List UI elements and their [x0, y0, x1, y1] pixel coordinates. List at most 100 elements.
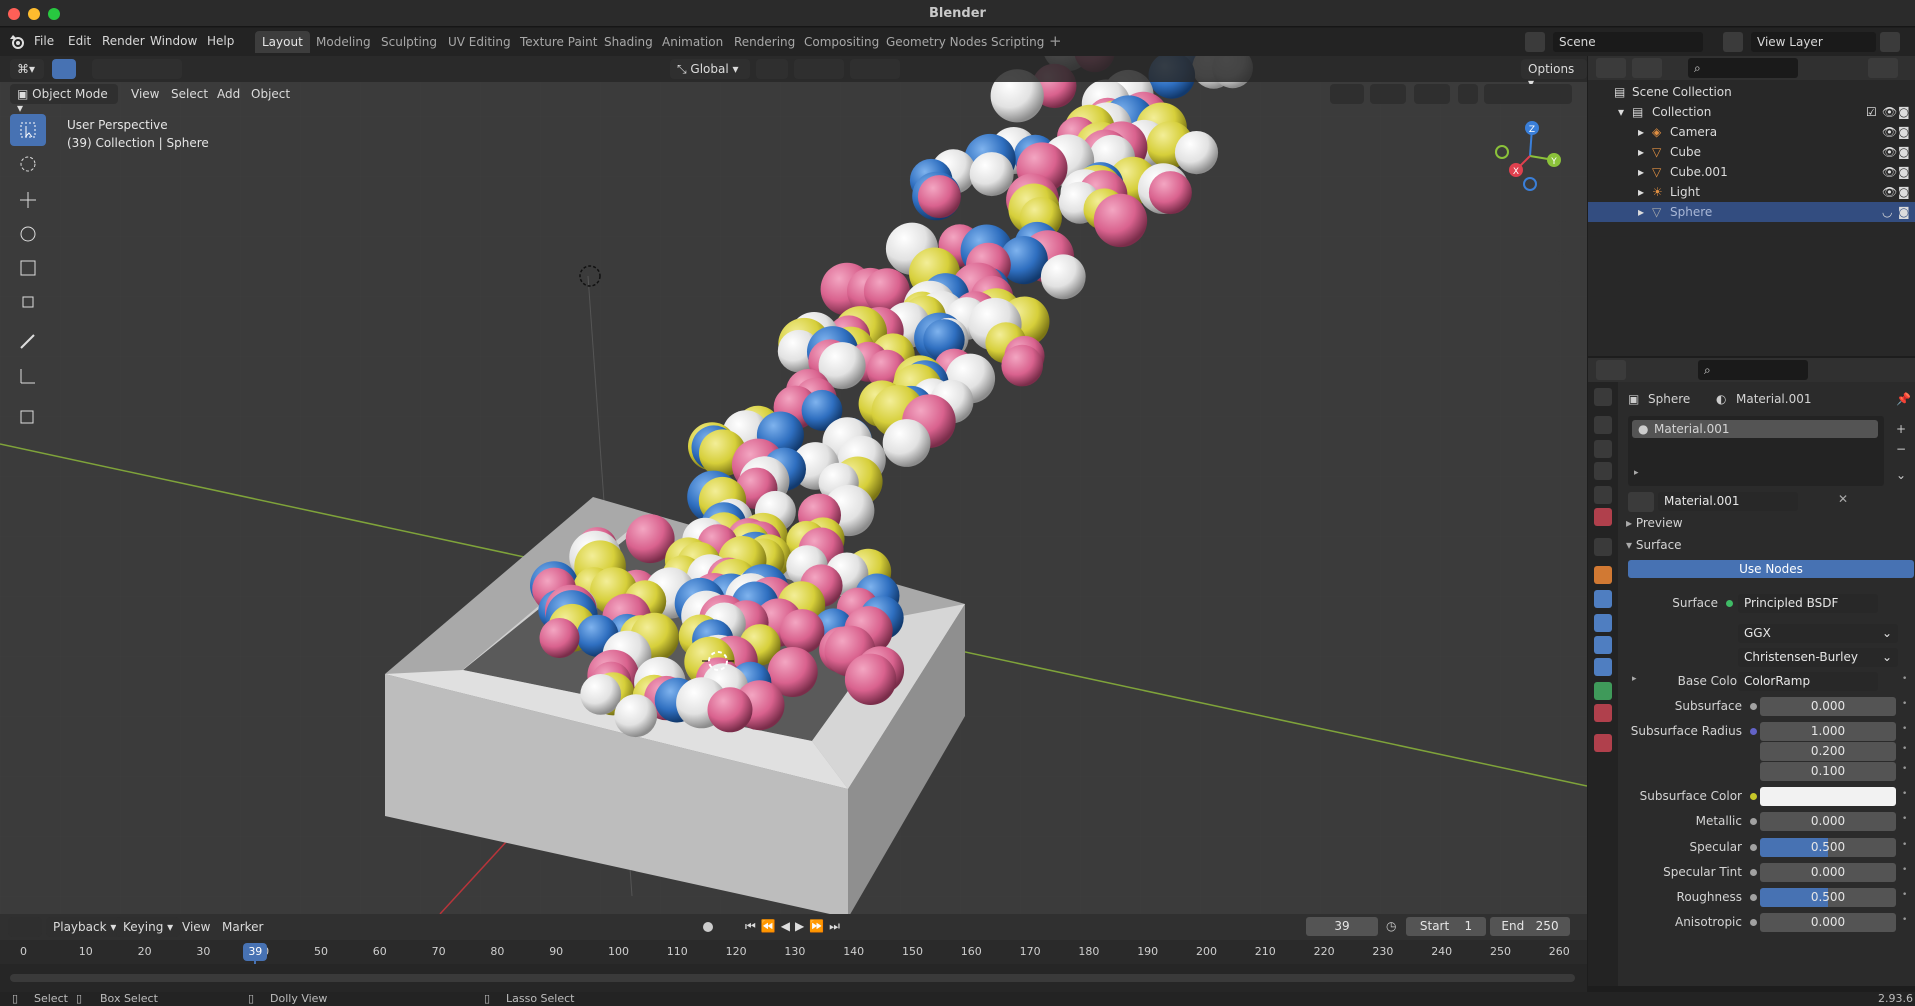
eye-icon[interactable]: 👁: [1882, 145, 1897, 159]
shader-input-value[interactable]: 0.500: [1760, 888, 1896, 907]
menu-render[interactable]: Render: [102, 34, 145, 48]
timeline-menu-marker[interactable]: Marker: [222, 920, 263, 934]
current-frame-field[interactable]: 39: [1306, 917, 1378, 936]
outliner-row-cube[interactable]: ▸ ▽ Cube 👁 ◙: [1588, 142, 1915, 162]
timeline-scrollbar[interactable]: [10, 974, 1575, 982]
add-slot-button[interactable]: +: [1896, 422, 1906, 436]
outliner-editor-type-icon[interactable]: [1596, 58, 1626, 78]
particles-tab-icon[interactable]: [1594, 614, 1612, 632]
checkbox-icon[interactable]: ☑: [1866, 105, 1877, 119]
tab-compositing[interactable]: Compositing: [797, 31, 886, 53]
proportional-edit-icon[interactable]: [850, 59, 900, 79]
tool-tab-icon[interactable]: [1594, 388, 1612, 406]
menu-window[interactable]: Window: [150, 34, 197, 48]
outliner-row-collection[interactable]: ▾ ▤ Collection ☑ 👁 ◙: [1588, 102, 1915, 122]
measure-tool[interactable]: [10, 360, 46, 392]
snap-icon[interactable]: [794, 59, 844, 79]
properties-editor-type-icon[interactable]: [1596, 360, 1626, 380]
end-frame-field[interactable]: End 250: [1490, 917, 1570, 936]
pan-hand-icon[interactable]: [1547, 224, 1575, 252]
tab-geometry-nodes[interactable]: Geometry Nodes: [879, 31, 994, 53]
visibility-icon[interactable]: [1330, 84, 1364, 104]
tab-texture-paint[interactable]: Texture Paint: [513, 31, 604, 53]
material-slot-item[interactable]: ● Material.001: [1632, 420, 1878, 438]
scene-name-field[interactable]: Scene: [1553, 32, 1703, 52]
transform-orientation-dropdown[interactable]: ⤡ Global ▾: [670, 59, 750, 79]
camera-render-icon[interactable]: ◙: [1898, 105, 1910, 119]
keyframe-dot-icon[interactable]: •: [1902, 915, 1907, 925]
view-layer-field[interactable]: View Layer: [1751, 32, 1876, 52]
gizmo-toggle-icon[interactable]: [1370, 84, 1406, 104]
display-mode-icon[interactable]: [1632, 58, 1662, 78]
modifier-tab-icon[interactable]: [1594, 590, 1612, 608]
subsurface-method-dropdown[interactable]: Christensen-Burley ⌄: [1738, 648, 1898, 667]
expand-toggle-icon[interactable]: ▸: [1638, 205, 1644, 219]
keying-menu[interactable]: Keying ▾: [116, 917, 181, 937]
expand-slot-icon[interactable]: ▸: [1634, 468, 1639, 478]
fake-user-icon[interactable]: [1802, 492, 1818, 512]
3d-viewport[interactable]: ⌘▾ ⤡ Global ▾ Options ▾ ▣ Object Mode ▾ …: [0, 56, 1587, 914]
cursor-tool[interactable]: [10, 148, 46, 180]
eye-icon[interactable]: 👁: [1882, 125, 1897, 139]
tab-uv-editing[interactable]: UV Editing: [441, 31, 518, 53]
unlink-icon[interactable]: ✕: [1838, 492, 1854, 512]
tab-sculpting[interactable]: Sculpting: [374, 31, 444, 53]
filter-icon[interactable]: [1868, 58, 1898, 78]
xray-toggle-icon[interactable]: [1458, 84, 1478, 104]
output-tab-icon[interactable]: [1594, 440, 1612, 458]
shader-socket-icon[interactable]: [1726, 600, 1733, 607]
preview-panel-header[interactable]: ▸ Preview: [1626, 516, 1683, 530]
distribution-dropdown[interactable]: GGX ⌄: [1738, 624, 1898, 643]
material-name-field[interactable]: Material.001: [1658, 492, 1798, 511]
tab-scripting[interactable]: Scripting: [984, 31, 1051, 53]
scene-tab-icon[interactable]: [1594, 486, 1612, 504]
input-socket-icon[interactable]: [1750, 869, 1757, 876]
tab-modeling[interactable]: Modeling: [309, 31, 378, 53]
material-tab-icon[interactable]: [1594, 704, 1612, 722]
camera-view-icon[interactable]: [1547, 254, 1575, 282]
input-socket-icon[interactable]: [1750, 793, 1757, 800]
tab-rendering[interactable]: Rendering: [727, 31, 802, 53]
expand-input-icon[interactable]: ▸: [1632, 674, 1637, 684]
clock-icon[interactable]: ◷: [1386, 919, 1396, 933]
tab-animation[interactable]: Animation: [655, 31, 730, 53]
add-workspace-button[interactable]: +: [1049, 32, 1062, 50]
view-layer-tab-icon[interactable]: [1594, 462, 1612, 480]
playback-controls[interactable]: ⏮⏪◀▶⏩⏭: [745, 919, 855, 935]
outliner-row-camera[interactable]: ▸ ◈ Camera 👁 ◙: [1588, 122, 1915, 142]
camera-render-icon[interactable]: ◙: [1898, 125, 1910, 139]
duplicate-material-icon[interactable]: [1820, 492, 1836, 512]
input-socket-icon[interactable]: [1750, 919, 1757, 926]
object-mode-dropdown[interactable]: ▣ Object Mode ▾: [10, 84, 118, 115]
record-icon[interactable]: [700, 919, 716, 935]
constraints-tab-icon[interactable]: [1594, 658, 1612, 676]
input-socket-icon[interactable]: [1750, 844, 1757, 851]
expand-toggle-icon[interactable]: ▸: [1638, 165, 1644, 179]
outliner-row-cube-001[interactable]: ▸ ▽ Cube.001 👁 ◙: [1588, 162, 1915, 182]
input-socket-icon[interactable]: [1750, 728, 1757, 735]
playhead-frame-indicator[interactable]: 39: [243, 943, 268, 961]
playback-menu[interactable]: Playback ▾: [46, 917, 124, 937]
timeline-body[interactable]: [0, 964, 1587, 992]
eye-icon[interactable]: 👁: [1882, 165, 1897, 179]
physics-tab-icon[interactable]: [1594, 636, 1612, 654]
keyframe-dot-icon[interactable]: •: [1902, 764, 1907, 774]
ortho-grid-icon[interactable]: [1547, 284, 1575, 312]
shader-input-value[interactable]: [1760, 787, 1896, 806]
object-tab-icon[interactable]: [1594, 566, 1612, 584]
keyframe-dot-icon[interactable]: •: [1902, 744, 1907, 754]
input-socket-icon[interactable]: [1750, 894, 1757, 901]
add-cube-tool[interactable]: [10, 400, 46, 432]
camera-render-icon[interactable]: ◙: [1898, 165, 1910, 179]
properties-search-input[interactable]: ⌕: [1698, 360, 1808, 380]
outliner-row-scene-collection[interactable]: ▤ Scene Collection: [1588, 82, 1915, 102]
keyframe-dot-icon[interactable]: •: [1902, 674, 1907, 684]
timeline-editor-type-icon[interactable]: [8, 917, 42, 937]
eye-icon[interactable]: 👁: [1882, 105, 1897, 119]
shader-input-value[interactable]: 0.000: [1760, 697, 1896, 716]
surface-shader-field[interactable]: Principled BSDF: [1738, 594, 1878, 613]
camera-render-icon[interactable]: ◙: [1898, 185, 1910, 199]
new-view-layer-icon[interactable]: [1880, 32, 1900, 52]
shading-mode-buttons[interactable]: [1484, 84, 1572, 104]
outliner-row-light[interactable]: ▸ ☀ Light 👁 ◙: [1588, 182, 1915, 202]
